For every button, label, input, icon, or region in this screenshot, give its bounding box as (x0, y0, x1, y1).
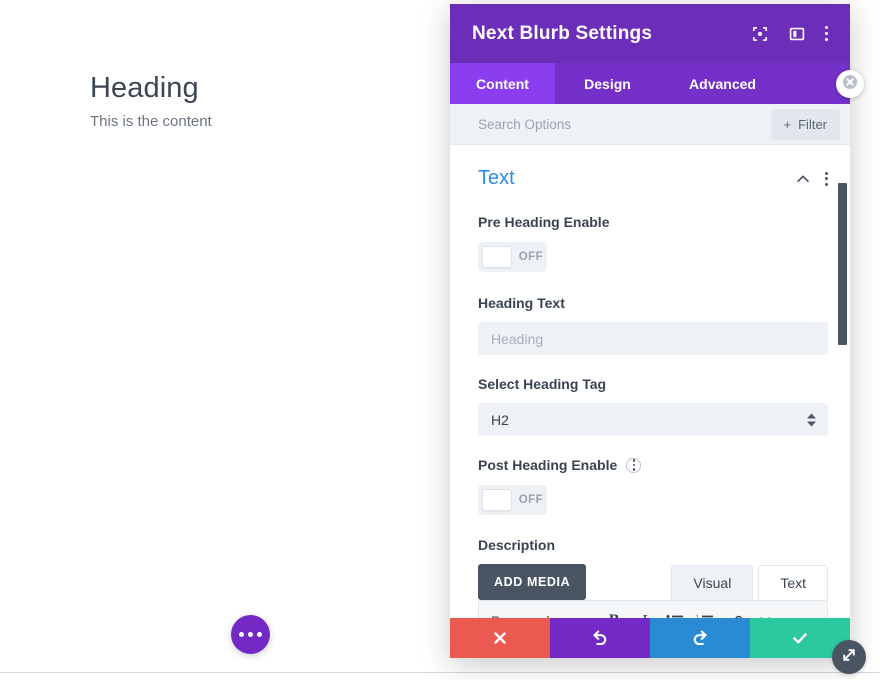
filter-button[interactable]: + Filter (770, 108, 840, 140)
format-select-value: Paragraph (491, 614, 554, 619)
fullscreen-icon[interactable] (751, 25, 768, 42)
blockquote-icon[interactable] (749, 608, 779, 618)
post-heading-toggle[interactable]: OFF (478, 485, 547, 515)
heading-text-input[interactable] (478, 322, 828, 355)
tab-text[interactable]: Text (758, 565, 828, 600)
section-kebab-menu-icon[interactable] (825, 171, 828, 186)
description-editor: Paragraph B I (478, 600, 828, 618)
undo-icon (591, 629, 609, 647)
heading-tag-select-wrap: H2 (478, 403, 828, 436)
heading-text-label: Heading Text (478, 295, 565, 311)
field-heading-text: Heading Text (450, 295, 850, 355)
module-settings-modal: Next Blurb Settings Content Design Advan… (450, 4, 866, 674)
toggle-knob (482, 246, 512, 268)
field-description: Description ADD MEDIA Visual Text Paragr… (450, 537, 850, 618)
pre-heading-toggle-state: OFF (518, 251, 543, 263)
numbered-list-icon[interactable]: 1 2 3 (689, 608, 719, 618)
redo-icon (691, 629, 709, 647)
description-toolbar-row: ADD MEDIA Visual Text (478, 564, 828, 600)
tab-advanced[interactable]: Advanced (660, 63, 785, 104)
modal-scrollbar[interactable] (838, 145, 847, 618)
kebab-menu-icon[interactable] (825, 26, 828, 41)
field-heading-tag: Select Heading Tag H2 (450, 376, 850, 436)
bold-icon[interactable]: B (599, 608, 629, 618)
heading-tag-label: Select Heading Tag (478, 376, 607, 392)
plus-icon: + (783, 116, 792, 132)
modal-header: Next Blurb Settings (450, 4, 850, 63)
heading-tag-select[interactable]: H2 (478, 403, 828, 436)
format-select[interactable]: Paragraph (491, 614, 585, 619)
post-heading-label: Post Heading Enable (478, 457, 828, 473)
tab-content[interactable]: Content (450, 63, 555, 104)
modal-header-actions (751, 25, 828, 42)
search-input[interactable] (478, 116, 771, 132)
post-heading-toggle-state: OFF (518, 494, 543, 506)
italic-icon[interactable]: I (629, 608, 659, 618)
page-footer-area (0, 673, 880, 680)
heading-tag-value: H2 (491, 411, 509, 428)
scrollbar-thumb[interactable] (838, 183, 847, 345)
tab-visual[interactable]: Visual (671, 565, 754, 600)
resize-diagonal-icon (840, 646, 858, 669)
modal-tabs: Content Design Advanced (450, 63, 850, 104)
chevron-up-icon[interactable] (795, 171, 811, 187)
resize-handle[interactable] (832, 640, 866, 674)
post-heading-kebab-menu-icon[interactable] (626, 457, 642, 473)
link-icon[interactable] (719, 608, 749, 618)
tab-design[interactable]: Design (555, 63, 660, 104)
section-title: Text (478, 167, 515, 189)
redo-button[interactable] (650, 618, 750, 658)
close-panel-button[interactable] (836, 70, 864, 98)
filter-button-label: Filter (798, 116, 827, 132)
modal-title: Next Blurb Settings (472, 22, 653, 44)
svg-text:1: 1 (696, 614, 699, 618)
section-header-text: Text (450, 145, 850, 190)
toggle-knob (482, 489, 512, 511)
layout-toggle-icon[interactable] (788, 25, 805, 42)
field-post-heading-enable: Post Heading Enable OFF (450, 457, 850, 516)
description-label: Description (478, 537, 556, 553)
pre-heading-label: Pre Heading Enable (478, 214, 610, 230)
add-media-button[interactable]: ADD MEDIA (478, 564, 587, 600)
editor-mode-tabs: Visual Text (671, 565, 828, 600)
search-row: + Filter (450, 104, 850, 145)
canvas-heading: Heading (90, 72, 199, 104)
close-icon (492, 630, 508, 646)
undo-button[interactable] (550, 618, 650, 658)
field-pre-heading-enable: Pre Heading Enable OFF (450, 214, 850, 273)
more-options-fab[interactable] (231, 615, 270, 654)
modal-body: Text Pre Heading Enable OFF Heading Text… (450, 145, 850, 618)
pre-heading-toggle[interactable]: OFF (478, 242, 547, 272)
bulleted-list-icon[interactable] (659, 608, 689, 618)
ellipsis-icon (239, 632, 262, 637)
check-icon (791, 629, 809, 647)
editor-toolbar-row-1: Paragraph B I (479, 601, 827, 618)
cancel-button[interactable] (450, 618, 550, 658)
canvas-content-text: This is the content (90, 113, 212, 130)
modal-action-bar (450, 618, 850, 658)
close-circle-icon (842, 74, 858, 95)
chevron-down-icon (576, 614, 585, 619)
